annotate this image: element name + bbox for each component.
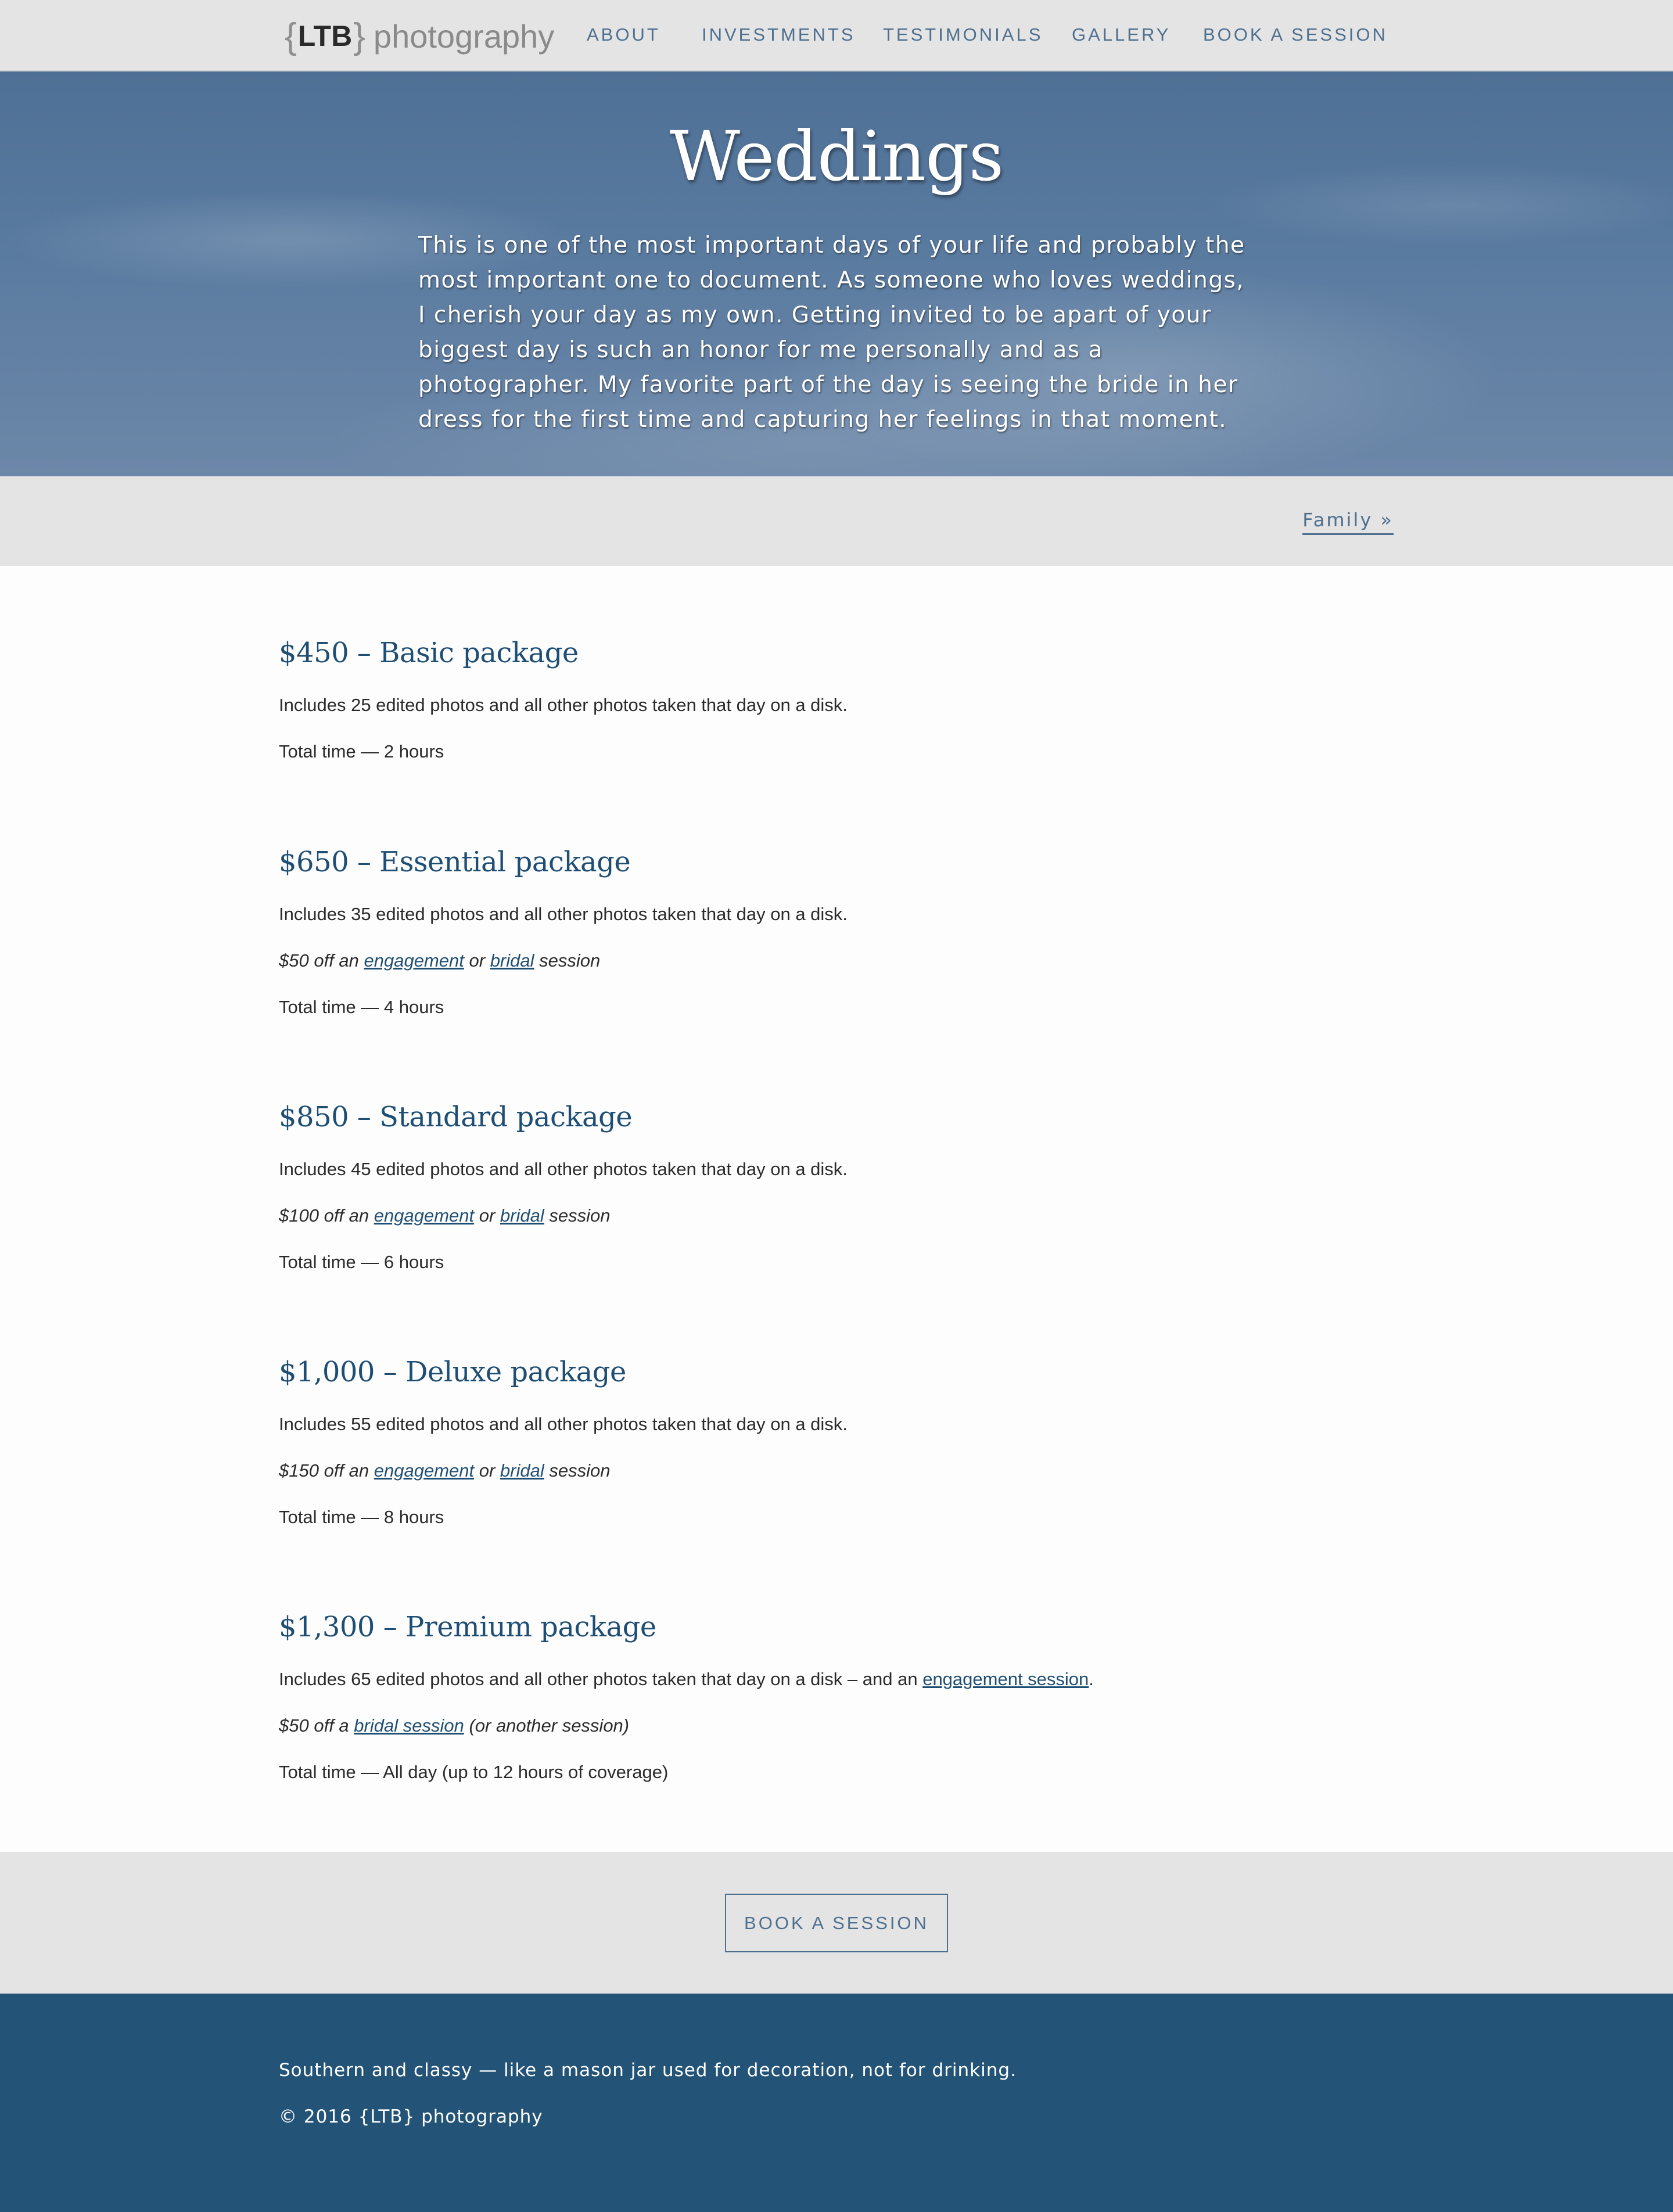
logo-word: photography — [373, 17, 555, 55]
nav-link-testimonials[interactable]: TESTIMONIALS — [883, 24, 1043, 45]
package-title: $1,300 – Premium package — [279, 1611, 656, 1643]
engagement-link[interactable]: engagement — [374, 1460, 474, 1481]
package-discount: $100 off an engagement or bridal session — [279, 1205, 610, 1226]
engagement-session-link[interactable]: engagement session — [922, 1669, 1089, 1689]
page: { LTB } photography ABOUT INVESTMENTS TE… — [0, 0, 1673, 2212]
next-category-link-family[interactable]: Family » — [1302, 509, 1394, 535]
discount-text: or — [464, 950, 490, 971]
discount-text: $100 off an — [279, 1205, 374, 1226]
package-discount: $150 off an engagement or bridal session — [279, 1460, 610, 1481]
discount-text: session — [544, 1460, 611, 1481]
package-title: $650 – Essential package — [279, 846, 631, 878]
package-includes: Includes 65 edited photos and all other … — [279, 1669, 1094, 1690]
discount-text: $50 off a — [279, 1715, 354, 1736]
package-discount: $50 off an engagement or bridal session — [279, 950, 600, 971]
book-a-session-button[interactable]: BOOK A SESSION — [725, 1894, 948, 1952]
discount-text: (or another session) — [464, 1715, 630, 1736]
package-deluxe: $1,000 – Deluxe package Includes 55 edit… — [279, 1356, 1394, 1527]
package-includes: Includes 35 edited photos and all other … — [279, 904, 848, 924]
logo-brace-close: } — [353, 16, 365, 56]
package-title: $450 – Basic package — [279, 637, 579, 669]
site-footer: Southern and classy — like a mason jar u… — [0, 1994, 1673, 2212]
hero-banner: Weddings This is one of the most importa… — [0, 71, 1673, 476]
package-includes: Includes 55 edited photos and all other … — [279, 1414, 848, 1434]
footer-copyright: © 2016 {LTB} photography — [279, 2106, 543, 2127]
package-title: $1,000 – Deluxe package — [279, 1356, 626, 1388]
cta-band: BOOK A SESSION — [0, 1852, 1673, 1994]
package-basic: $450 – Basic package Includes 25 edited … — [279, 637, 1394, 762]
hero-intro-text: This is one of the most important days o… — [418, 232, 1245, 433]
page-title: Weddings — [669, 116, 1004, 196]
package-total-time: Total time — All day (up to 12 hours of … — [279, 1762, 669, 1782]
package-premium: $1,300 – Premium package Includes 65 edi… — [279, 1611, 1394, 1782]
engagement-link[interactable]: engagement — [364, 950, 464, 971]
footer-tagline: Southern and classy — like a mason jar u… — [279, 2060, 1017, 2081]
package-includes: Includes 25 edited photos and all other … — [279, 695, 848, 715]
package-total-time: Total time — 4 hours — [279, 997, 444, 1017]
engagement-link[interactable]: engagement — [374, 1205, 474, 1226]
package-discount: $50 off a bridal session (or another ses… — [279, 1715, 629, 1736]
discount-text: $150 off an — [279, 1460, 374, 1481]
package-essential: $650 – Essential package Includes 35 edi… — [279, 846, 1394, 1017]
package-total-time: Total time — 8 hours — [279, 1507, 444, 1527]
logo-ltb: LTB — [297, 20, 353, 52]
package-title: $850 – Standard package — [279, 1101, 633, 1133]
nav-link-about[interactable]: ABOUT — [587, 24, 660, 45]
bridal-link[interactable]: bridal — [490, 950, 534, 971]
nav-link-gallery[interactable]: GALLERY — [1072, 24, 1171, 45]
discount-text: or — [474, 1460, 500, 1481]
logo-brace-open: { — [285, 16, 297, 56]
nav-link-book-a-session[interactable]: BOOK A SESSION — [1203, 24, 1388, 45]
bridal-link[interactable]: bridal — [500, 1460, 544, 1481]
package-total-time: Total time — 2 hours — [279, 741, 444, 762]
discount-text: or — [474, 1205, 500, 1226]
discount-text: session — [544, 1205, 611, 1226]
bridal-link[interactable]: bridal — [500, 1205, 544, 1226]
package-total-time: Total time — 6 hours — [279, 1252, 444, 1272]
package-includes: Includes 45 edited photos and all other … — [279, 1159, 848, 1179]
category-subnav: Family » — [0, 476, 1673, 566]
discount-text: session — [534, 950, 601, 971]
includes-text: . — [1089, 1669, 1094, 1689]
bridal-session-link[interactable]: bridal session — [354, 1715, 464, 1736]
discount-text: $50 off an — [279, 950, 364, 971]
top-navbar: { LTB } photography ABOUT INVESTMENTS TE… — [0, 0, 1673, 71]
site-logo[interactable]: { LTB } photography — [285, 13, 554, 59]
includes-text: Includes 65 edited photos and all other … — [279, 1669, 923, 1689]
nav-link-investments[interactable]: INVESTMENTS — [702, 24, 855, 45]
package-standard: $850 – Standard package Includes 45 edit… — [279, 1101, 1394, 1272]
